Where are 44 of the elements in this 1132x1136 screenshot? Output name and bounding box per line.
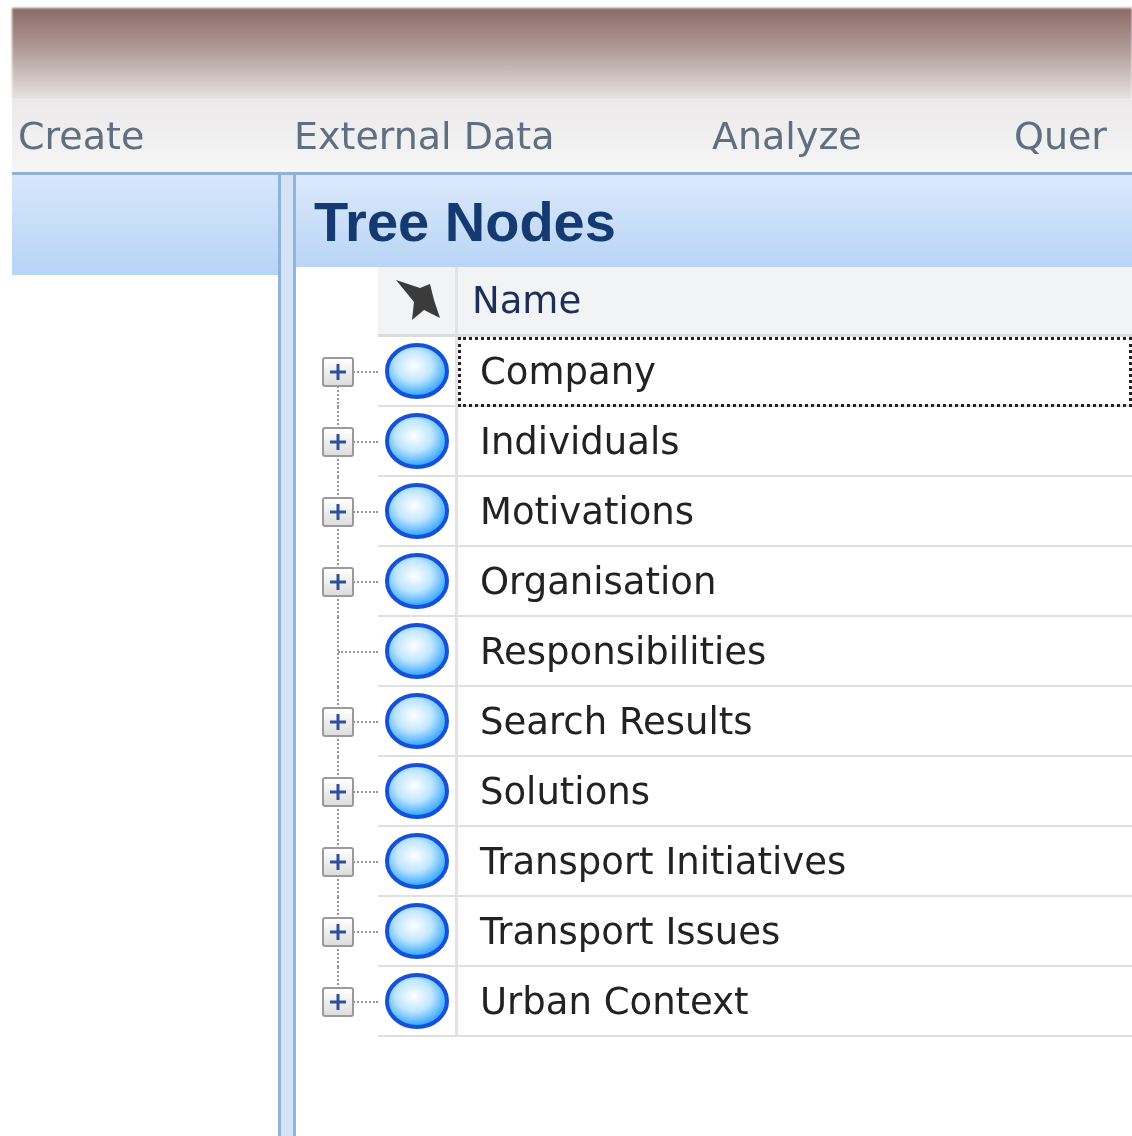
node-name[interactable]: Transport Initiatives bbox=[458, 827, 1132, 897]
ribbon-tab[interactable]: Quer bbox=[1008, 114, 1132, 158]
node-name[interactable]: Urban Context bbox=[458, 967, 1132, 1037]
plus-icon bbox=[329, 503, 347, 521]
expand-button[interactable] bbox=[322, 917, 354, 947]
plus-icon bbox=[329, 923, 347, 941]
panel-title: Tree Nodes bbox=[314, 188, 616, 254]
plus-icon bbox=[329, 993, 347, 1011]
node-name[interactable]: Transport Issues bbox=[458, 897, 1132, 967]
node-icon bbox=[383, 832, 450, 890]
ribbon-tab[interactable]: Create bbox=[12, 114, 288, 158]
expand-button[interactable] bbox=[322, 987, 354, 1017]
plus-icon bbox=[329, 433, 347, 451]
node-icon bbox=[383, 972, 450, 1030]
node-icon bbox=[383, 622, 450, 680]
expand-button[interactable] bbox=[322, 567, 354, 597]
node-name[interactable]: Individuals bbox=[458, 407, 1132, 477]
plus-icon bbox=[329, 853, 347, 871]
column-header[interactable]: Name bbox=[458, 267, 1132, 337]
node-icon bbox=[383, 762, 450, 820]
node-name[interactable]: Company bbox=[458, 337, 1132, 407]
node-icon bbox=[383, 482, 450, 540]
node-name[interactable]: Motivations bbox=[458, 477, 1132, 547]
node-icon bbox=[383, 412, 450, 470]
node-name[interactable]: Responsibilities bbox=[458, 617, 1132, 687]
node-icon bbox=[383, 552, 450, 610]
expand-button[interactable] bbox=[322, 497, 354, 527]
expand-button[interactable] bbox=[322, 357, 354, 387]
node-icon bbox=[383, 902, 450, 960]
plus-icon bbox=[329, 573, 347, 591]
expand-button[interactable] bbox=[322, 847, 354, 877]
node-icon bbox=[383, 692, 450, 750]
node-name[interactable]: Search Results bbox=[458, 687, 1132, 757]
node-name[interactable]: Solutions bbox=[458, 757, 1132, 827]
expand-button[interactable] bbox=[322, 707, 354, 737]
plus-icon bbox=[329, 363, 347, 381]
expand-button[interactable] bbox=[322, 777, 354, 807]
node-icon bbox=[383, 342, 450, 400]
plus-icon bbox=[329, 713, 347, 731]
ribbon-tab[interactable]: External Data bbox=[288, 114, 706, 158]
node-name[interactable]: Organisation bbox=[458, 547, 1132, 617]
ribbon-tab[interactable]: Analyze bbox=[706, 114, 1008, 158]
plus-icon bbox=[329, 783, 347, 801]
expand-button[interactable] bbox=[322, 427, 354, 457]
